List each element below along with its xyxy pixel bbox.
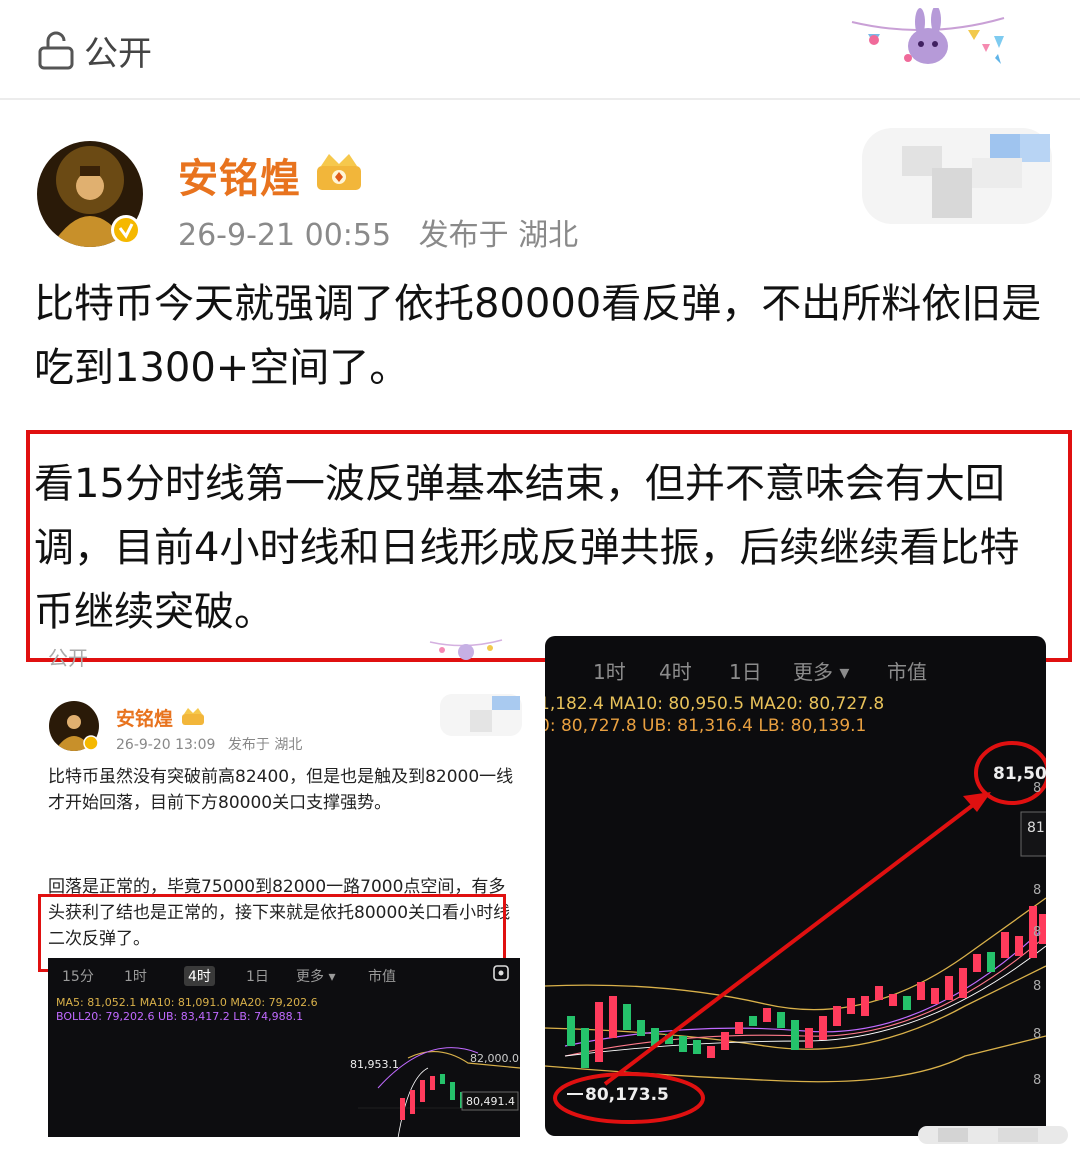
svg-text:8: 8 <box>1033 1073 1041 1088</box>
candles: 8 81 8 8 8 8 8 <box>545 741 1046 1124</box>
embedded-post-screenshot: 安铭煌 26-9-20 13:09 发布于 湖北 比特币虽然没有突破前高8240… <box>32 682 522 1137</box>
embedded-price-chart: 15分 1时 4时 1日 更多 ▾ 市值 MA5: 81,052.1 MA10:… <box>48 958 520 1137</box>
embedded-paragraph-1: 比特币虽然没有突破前高82400，但是也是触及到82000一线才开始回落，目前下… <box>48 767 514 813</box>
embedded-visibility-label: 公开 <box>48 646 88 670</box>
embedded-timestamp: 26-9-20 13:09 <box>116 737 216 753</box>
svg-text:8: 8 <box>1033 1027 1041 1042</box>
high-price-label: 81,500 <box>993 764 1046 784</box>
lock-open-icon[interactable] <box>36 30 76 70</box>
bunny-garland-decoration <box>851 8 1005 64</box>
price-label-axis: 82,000.0 <box>470 1052 519 1065</box>
svg-text:81: 81 <box>1027 820 1045 836</box>
post-meta: 26-9-21 00:55 发布于 湖北 <box>178 210 578 254</box>
post-timestamp: 26-9-21 00:55 <box>178 218 392 253</box>
embedded-candles: 81,953.1 82,000.0 80,491.4 <box>350 1047 520 1137</box>
embedded-location: 发布于 湖北 <box>227 737 303 753</box>
avatar[interactable] <box>36 140 144 248</box>
crown-badge-icon <box>182 708 204 725</box>
svg-text:8: 8 <box>1033 883 1041 898</box>
author-name[interactable]: 安铭煌 <box>178 146 301 204</box>
bunny-garland-decoration <box>429 639 503 660</box>
post-location: 发布于 湖北 <box>418 218 579 253</box>
visibility-label[interactable]: 公开 <box>84 26 152 75</box>
price-chart: 1时 4时 1日 更多 ▾ 市值 1,182.4 MA10: 80,950.5 … <box>545 636 1046 1136</box>
low-price-label: 80,173.5 <box>585 1085 669 1105</box>
highlight-box <box>26 430 1072 662</box>
blurred-badge <box>440 694 522 736</box>
price-label-current: 80,491.4 <box>466 1095 515 1108</box>
embedded-post-meta: 26-9-20 13:09 发布于 湖北 <box>116 734 302 754</box>
price-label-high: 81,953.1 <box>350 1058 399 1071</box>
top-bar: 公开 <box>0 0 1080 100</box>
svg-text:8: 8 <box>1033 925 1041 940</box>
crown-badge-icon[interactable] <box>313 150 365 192</box>
avatar <box>49 701 99 751</box>
post-paragraph-1: 比特币今天就强调了依托80000看反弹，不出所料依旧是吃到1300+空间了。 <box>34 281 1042 391</box>
embedded-author-name: 安铭煌 <box>116 708 174 730</box>
blurred-badge <box>862 128 1052 224</box>
svg-text:8: 8 <box>1033 979 1041 994</box>
blurred-watermark <box>918 1126 1068 1144</box>
